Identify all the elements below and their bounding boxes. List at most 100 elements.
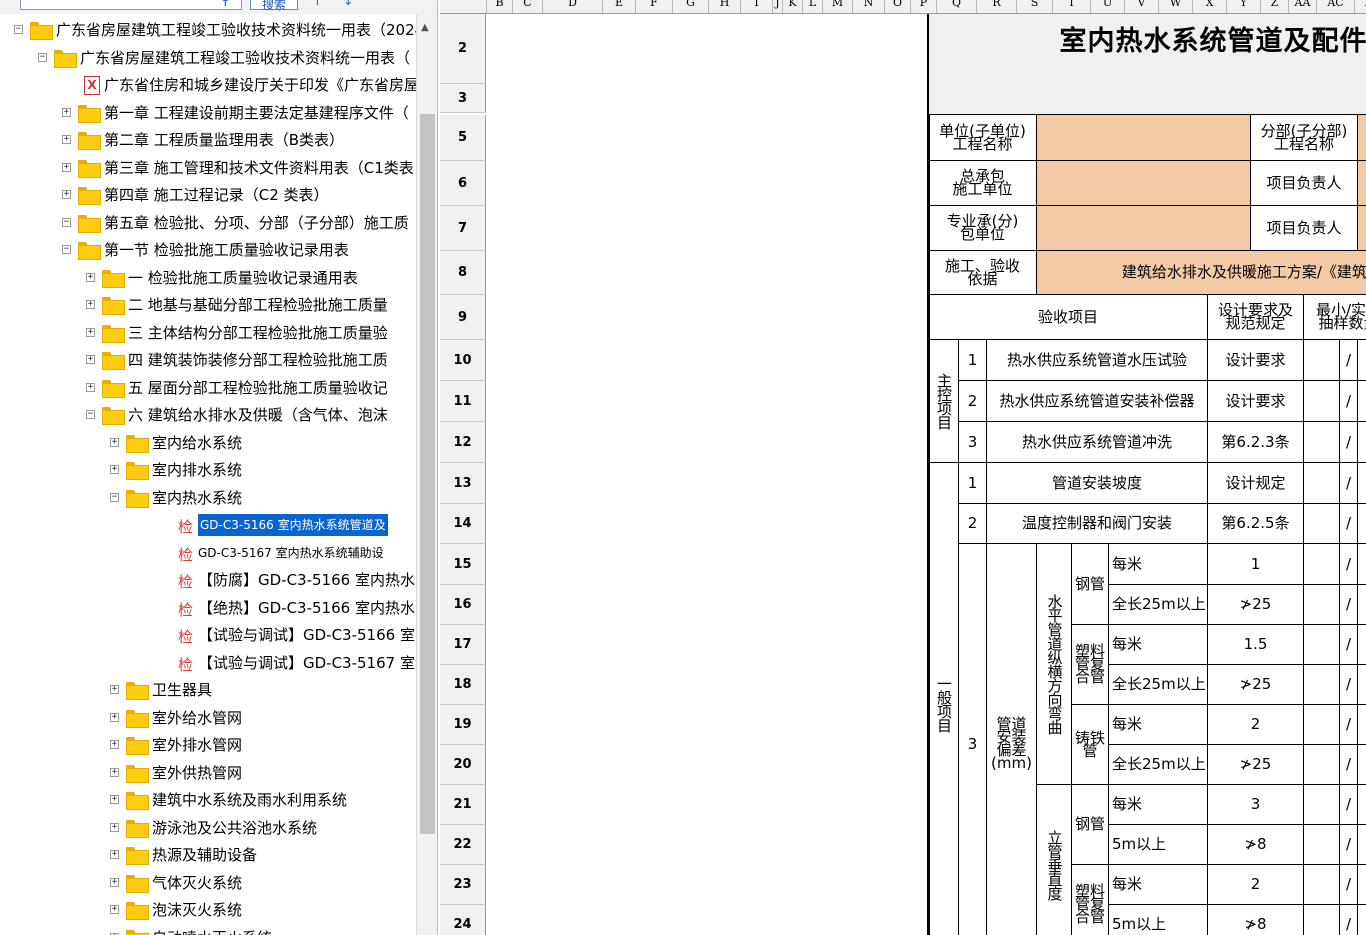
row-header-cell[interactable]: 8 (440, 251, 486, 295)
expand-icon[interactable]: + (62, 107, 71, 117)
expand-icon[interactable]: + (110, 905, 119, 914)
row-header-cell[interactable]: 13 (440, 463, 486, 504)
tree-node[interactable]: + 五 屋面分部工程检验批施工质量验收记 (0, 375, 416, 402)
tree-node[interactable]: + 第一章 工程建设前期主要法定基建程序文件（ (0, 100, 416, 127)
sample-min[interactable] (1304, 745, 1340, 785)
sample-min[interactable] (1304, 422, 1340, 463)
row-header-cell[interactable]: 6 (440, 161, 486, 206)
tree-node[interactable]: + 卫生器具 (0, 677, 416, 704)
row-header-cell[interactable]: 16 (440, 585, 486, 625)
sample-min[interactable] (1304, 544, 1340, 585)
column-header-cell[interactable]: D (543, 0, 603, 13)
tree-node[interactable]: − 第五章 检验批、分项、分部（子分部）施工质 (0, 210, 416, 237)
column-header-cell[interactable]: R (977, 0, 1017, 13)
project-lead-input[interactable] (1358, 161, 1366, 206)
column-header-cell[interactable]: I (741, 0, 773, 13)
expand-icon[interactable]: + (110, 822, 119, 832)
sample-min[interactable] (1304, 340, 1340, 381)
sample-min[interactable] (1304, 905, 1340, 935)
sample-actual[interactable] (1358, 463, 1366, 504)
tree-node[interactable]: + 第四章 施工过程记录（C2 类表） (0, 182, 416, 209)
column-header-cell[interactable]: AA (1289, 0, 1317, 13)
sample-actual[interactable] (1358, 422, 1366, 463)
scroll-up-icon[interactable]: ▲ (421, 22, 429, 33)
tree-node[interactable]: + 第二章 工程质量监理用表（B类表） (0, 127, 416, 154)
row-header-cell[interactable]: 15 (440, 544, 486, 585)
sample-min[interactable] (1304, 585, 1340, 625)
row-header-cell[interactable]: 5 (440, 115, 486, 161)
tree-node[interactable]: 检 GD-C3-5166 室内热水系统管道及 (0, 512, 416, 539)
sample-actual[interactable] (1358, 905, 1366, 935)
column-header-cell[interactable]: X (1193, 0, 1227, 13)
row-header-cell[interactable]: 14 (440, 504, 486, 544)
column-header-cell[interactable]: T (1053, 0, 1091, 13)
column-header-cell[interactable]: V (1125, 0, 1159, 13)
sample-actual[interactable] (1358, 381, 1366, 422)
expand-icon[interactable]: + (62, 190, 71, 199)
row-header-cell[interactable]: 12 (440, 422, 486, 463)
tree-view[interactable]: − 广东省房屋建筑工程竣工验收技术资料统一用表（2024 − 广东省房屋建筑工程竣工验… (0, 14, 416, 935)
column-header-cell[interactable]: G (673, 0, 709, 13)
tree-scrollbar[interactable]: ▲ (416, 14, 437, 935)
column-header-cell[interactable]: W (1159, 0, 1193, 13)
collapse-icon[interactable]: − (86, 410, 95, 419)
expand-icon[interactable]: + (86, 300, 95, 309)
expand-icon[interactable]: + (110, 795, 119, 804)
tree-node[interactable]: + 三 主体结构分部工程检验批施工质量验 (0, 320, 416, 347)
column-header-cell[interactable]: P (911, 0, 937, 13)
sample-min[interactable] (1304, 504, 1340, 544)
collapse-icon[interactable]: − (62, 245, 71, 254)
project-lead2-input[interactable] (1358, 206, 1366, 251)
sample-min[interactable] (1304, 705, 1340, 745)
tree-node[interactable]: + 二 地基与基础分部工程检验批施工质量 (0, 292, 416, 319)
tree-node[interactable]: + 室外排水管网 (0, 732, 416, 759)
tree-node[interactable]: − 广东省房屋建筑工程竣工验收技术资料统一用表（ (0, 45, 416, 72)
nav-arrows-icon[interactable]: ↑↓ (312, 0, 374, 9)
tree-node[interactable]: 检【试验与调试】GD-C3-5166 室内 (0, 622, 416, 649)
column-header-cell[interactable]: H (709, 0, 741, 13)
tree-node[interactable]: + 游泳池及公共浴池水系统 (0, 815, 416, 842)
collapse-icon[interactable]: − (14, 25, 23, 34)
scrollbar-thumb[interactable] (420, 114, 435, 834)
sample-min[interactable] (1304, 785, 1340, 825)
sample-min[interactable] (1304, 865, 1340, 905)
unit-name-input[interactable] (1037, 115, 1251, 161)
sample-actual[interactable] (1358, 504, 1366, 544)
row-header-cell[interactable]: 7 (440, 206, 486, 251)
sample-actual[interactable] (1358, 785, 1366, 825)
sample-actual[interactable] (1358, 865, 1366, 905)
column-header-cell[interactable]: AC (1317, 0, 1355, 13)
sample-min[interactable] (1304, 463, 1340, 504)
expand-icon[interactable]: + (110, 877, 119, 887)
expand-icon[interactable]: + (86, 327, 95, 337)
column-header-cell[interactable]: Z (1261, 0, 1289, 13)
tree-node[interactable]: + 室内排水系统 (0, 457, 416, 484)
sample-min[interactable] (1304, 825, 1340, 865)
column-header-cell[interactable]: N (853, 0, 885, 13)
row-header-cell[interactable]: 9 (440, 295, 486, 340)
row-header-cell[interactable]: 20 (440, 745, 486, 785)
collapse-icon[interactable]: − (62, 217, 71, 227)
column-header-cell[interactable]: S (1017, 0, 1053, 13)
expand-icon[interactable]: + (110, 437, 119, 447)
tree-node[interactable]: + 泡沫灭火系统 (0, 897, 416, 924)
expand-icon[interactable]: + (110, 712, 119, 722)
column-header-cell[interactable]: B (487, 0, 513, 13)
sample-actual[interactable] (1358, 585, 1366, 625)
row-header-cell[interactable]: 23 (440, 865, 486, 905)
tree-node[interactable]: + 气体灭火系统 (0, 870, 416, 897)
tree-node[interactable]: + 建筑中水系统及雨水利用系统 (0, 787, 416, 814)
column-header-cell[interactable]: Y (1227, 0, 1261, 13)
expand-icon[interactable]: + (86, 382, 95, 392)
tree-node[interactable]: + 热源及辅助设备 (0, 842, 416, 869)
column-header-cell[interactable]: E (603, 0, 636, 13)
expand-icon[interactable]: + (86, 355, 95, 364)
tree-node[interactable]: − 广东省房屋建筑工程竣工验收技术资料统一用表（2024 (0, 17, 416, 44)
sub-division-input[interactable] (1358, 115, 1366, 161)
sample-actual[interactable] (1358, 665, 1366, 705)
row-header-cell[interactable]: 21 (440, 785, 486, 825)
search-input[interactable] (20, 0, 242, 10)
tree-node[interactable]: + 四 建筑装饰装修分部工程检验批施工质 (0, 347, 416, 374)
column-header-cell[interactable]: M (823, 0, 853, 13)
tree-node[interactable]: 检 GD-C3-5167 室内热水系统辅助设 (0, 540, 416, 567)
